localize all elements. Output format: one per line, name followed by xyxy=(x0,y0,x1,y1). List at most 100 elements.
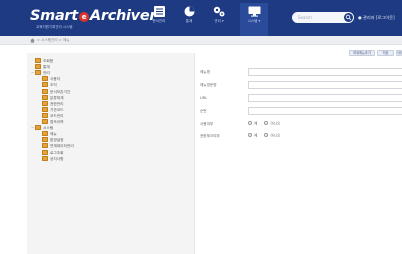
list-icon xyxy=(153,6,165,17)
search-input[interactable]: Search xyxy=(298,15,312,20)
nav-statistics[interactable]: 통계 xyxy=(175,6,203,34)
delete-button[interactable]: 삭제 xyxy=(396,50,402,56)
folder-icon xyxy=(42,131,48,137)
tree-item[interactable]: 권한관리 xyxy=(38,100,64,107)
user-name: 관리자 xyxy=(363,15,375,20)
monitor-icon xyxy=(248,6,260,17)
tree-item[interactable]: 기관코드 xyxy=(38,106,64,113)
auth-check-no-radio[interactable] xyxy=(264,133,269,137)
logout-link[interactable]: [로그아웃] xyxy=(376,15,395,20)
search-box[interactable]: Search xyxy=(292,12,354,23)
tree-item[interactable]: 로그조회 xyxy=(38,149,64,156)
menu-name-label: 메뉴명 xyxy=(200,70,210,74)
brand-subtitle: 교육지원기록관리 시스템 xyxy=(36,25,73,29)
tree-item[interactable]: 조직 xyxy=(38,82,57,88)
save-button-label: 저장 xyxy=(382,51,389,55)
menu-english-name-input[interactable] xyxy=(248,81,402,89)
search-icon[interactable] xyxy=(344,13,353,22)
use-yn-label: 사용여부 xyxy=(200,122,214,126)
tree-item[interactable]: 환경설정 xyxy=(38,137,64,143)
use-yn-yes-radio[interactable] xyxy=(248,121,252,125)
tree-item-label: 통계 xyxy=(43,65,50,70)
tree-item-label: 메뉴 xyxy=(50,132,57,137)
folder-icon xyxy=(35,64,41,70)
url-input[interactable] xyxy=(248,94,402,102)
save-button[interactable]: 저장 xyxy=(377,50,394,56)
nav-system[interactable]: 시스템 ▾ xyxy=(240,3,268,36)
tree-item-label: 사용자 xyxy=(50,77,61,82)
url-label: URL xyxy=(200,96,208,100)
tree-item-label: 로그조회 xyxy=(50,150,64,155)
use-yn-no-label: 아니오 xyxy=(270,121,281,126)
nav-statistics-label: 통계 xyxy=(185,19,193,23)
folder-icon xyxy=(42,88,48,94)
user-icon: ● xyxy=(358,15,362,20)
nav-management-label: 관리 ▾ xyxy=(214,19,224,23)
folder-icon xyxy=(42,149,48,155)
folder-icon xyxy=(35,70,41,76)
nav-management[interactable]: 관리 ▾ xyxy=(205,6,233,34)
auth-check-radio-group: 예 아니오 xyxy=(248,133,286,139)
auth-check-yes-label: 예 xyxy=(254,133,258,138)
tree-item[interactable]: 문서보존기간 xyxy=(38,88,71,95)
tree-item[interactable]: 연계데이터관리 xyxy=(38,143,74,149)
tree-item[interactable]: 통계 xyxy=(31,64,50,70)
order-input[interactable] xyxy=(248,107,402,115)
tree-item-label: 조회함 xyxy=(43,59,54,63)
use-yn-no-option[interactable]: 아니오 xyxy=(264,121,280,127)
tree-item-label: 분류체계 xyxy=(50,95,64,100)
tree-item[interactable]: 코드관리 xyxy=(38,112,64,119)
tree-item[interactable]: − 시스템 xyxy=(31,125,53,131)
menu-name-input[interactable] xyxy=(248,68,402,76)
tree-item[interactable]: 접속이력 xyxy=(38,119,64,125)
folder-icon xyxy=(42,137,48,143)
use-yn-no-radio[interactable] xyxy=(264,121,269,125)
nav-system-label: 시스템 ▾ xyxy=(247,19,261,23)
tree-item-label: 시스템 xyxy=(43,126,54,131)
folder-icon xyxy=(42,94,48,100)
folder-icon xyxy=(42,112,48,118)
folder-icon xyxy=(42,106,48,112)
nav-documents-label: 문서관리 xyxy=(152,19,166,23)
folder-icon xyxy=(42,119,48,124)
auth-check-no-option[interactable]: 아니오 xyxy=(264,133,280,139)
tree-item[interactable]: 공지사항 xyxy=(38,155,64,162)
add-submenu-button-label: 하위메뉴추가 xyxy=(353,51,371,55)
folder-icon xyxy=(42,155,48,161)
app-logo[interactable]: Smart e Archiver xyxy=(30,8,157,24)
tree-item-label: 권한관리 xyxy=(50,101,64,106)
tree-item-label: 환경설정 xyxy=(50,138,64,143)
delete-button-label: 삭제 xyxy=(397,51,401,55)
auth-check-label: 권한체크여부 xyxy=(200,134,220,138)
brand-name-left: Smart xyxy=(30,8,78,24)
auth-check-yes-option[interactable]: 예 xyxy=(248,133,257,139)
breadcrumb-path: > 시스템관리 > 메뉴 xyxy=(37,38,70,42)
tree-item-label: 코드관리 xyxy=(50,113,64,118)
use-yn-yes-option[interactable]: 예 xyxy=(248,121,257,127)
tree-item-label: 문서보존기간 xyxy=(50,89,71,94)
tree-item[interactable]: − 관리 xyxy=(31,70,50,76)
folder-icon xyxy=(35,58,41,63)
nav-documents[interactable]: 문서관리 xyxy=(145,6,173,34)
order-label: 순번 xyxy=(200,109,207,113)
gears-icon xyxy=(213,6,225,17)
tree-item-label: 접속이력 xyxy=(50,120,64,124)
tree-item[interactable]: 메뉴 xyxy=(38,131,57,137)
auth-check-yes-radio[interactable] xyxy=(248,133,252,137)
top-header-bar: Smart e Archiver 교육지원기록관리 시스템 문서관리 통계 관리 ▾ xyxy=(0,0,402,36)
tree-item[interactable]: 조회함 xyxy=(31,58,53,64)
folder-icon xyxy=(42,82,48,88)
home-icon[interactable] xyxy=(30,38,35,44)
use-yn-yes-label: 예 xyxy=(254,121,258,126)
tree-item[interactable]: 사용자 xyxy=(38,76,60,82)
breadcrumb: > 시스템관리 > 메뉴 xyxy=(0,36,402,45)
tree-item[interactable]: 분류체계 xyxy=(38,94,64,101)
pie-chart-icon xyxy=(184,6,194,17)
folder-icon xyxy=(35,125,41,131)
tree-item-label: 관리 xyxy=(43,71,50,76)
add-submenu-button[interactable]: 하위메뉴추가 xyxy=(349,50,375,56)
user-info: ● 관리자 [로그아웃] xyxy=(358,15,395,21)
tree-item-label: 기관코드 xyxy=(50,107,64,112)
brand-logo-mark: e xyxy=(78,12,89,22)
menu-tree-panel: 조회함통계 − 관리 사용자 조직 문서보존기간 분류체계 권한관리 기관코드 코드관리접속이력 −… xyxy=(27,53,195,254)
